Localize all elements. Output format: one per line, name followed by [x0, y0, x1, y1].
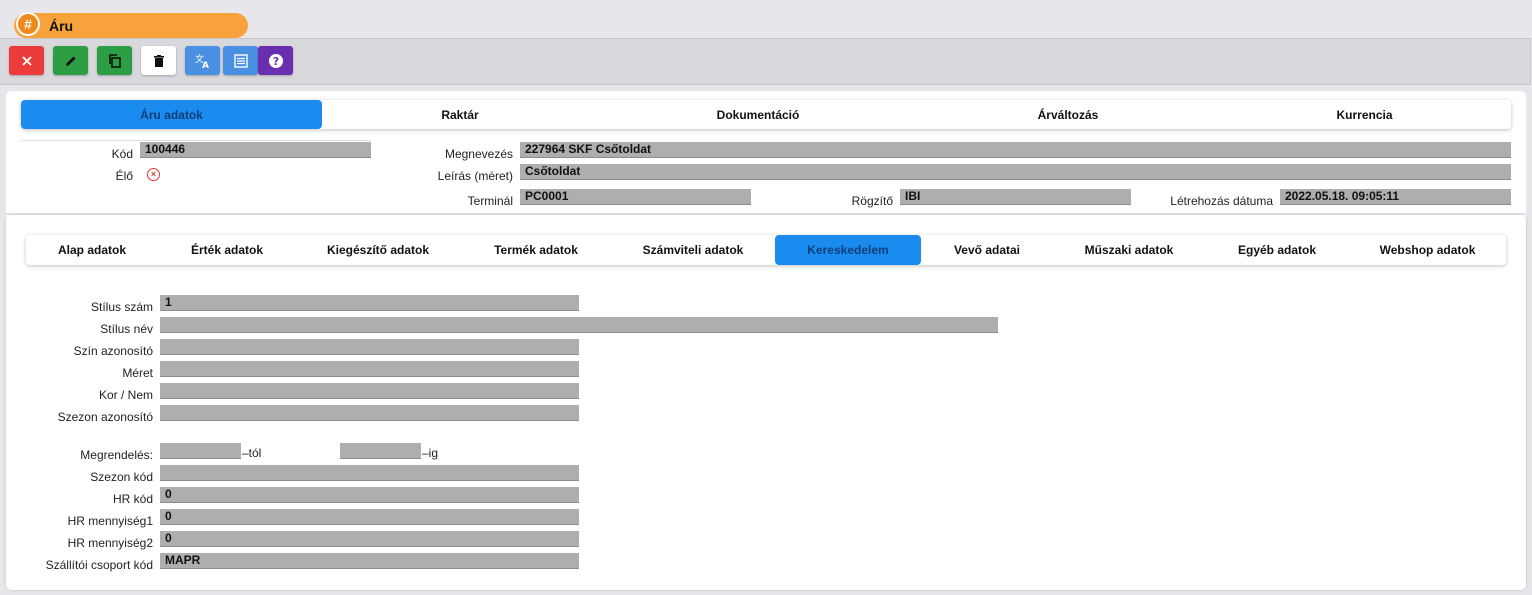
letrehozas-field[interactable]: 2022.05.18. 09:05:11 [1280, 189, 1511, 205]
translate-button[interactable]: 文A [185, 46, 220, 75]
megrendeles-tol-field[interactable] [160, 443, 241, 459]
tab-kurrencia[interactable]: Kurrencia [1218, 100, 1511, 129]
tab-termek-adatok[interactable]: Termék adatok [460, 235, 612, 265]
elo-label: Élő [115, 169, 133, 183]
kod-label: Kód [111, 147, 133, 161]
hr-mennyiseg2-label: HR mennyiség2 [67, 536, 153, 550]
header-separator [21, 140, 371, 141]
close-icon [21, 55, 32, 66]
tab-webshop-adatok[interactable]: Webshop adatok [1349, 235, 1506, 265]
close-button[interactable] [9, 46, 44, 75]
tab-arvaltozas[interactable]: Árváltozás [918, 100, 1218, 129]
stilus-nev-label: Stílus név [100, 322, 153, 336]
tab-raktar[interactable]: Raktár [322, 100, 598, 129]
tab-kereskedelem[interactable]: Kereskedelem [775, 235, 921, 265]
tab-vevo-adatai[interactable]: Vevő adatai [921, 235, 1053, 265]
tab-egyeb-adatok[interactable]: Egyéb adatok [1205, 235, 1349, 265]
meret-label: Méret [122, 366, 153, 380]
terminal-label: Terminál [467, 194, 513, 208]
tab-muszaki-adatok[interactable]: Műszaki adatok [1053, 235, 1205, 265]
megrendeles-ig-field[interactable] [340, 443, 421, 459]
translate-icon: 文A [195, 53, 209, 70]
help-icon: ? [268, 53, 283, 68]
hr-mennyiseg1-field[interactable]: 0 [160, 509, 579, 525]
list-icon [233, 53, 248, 68]
szezon-kod-label: Szezon kód [90, 470, 153, 484]
szallitoi-csoport-label: Szállítói csoport kód [45, 558, 153, 572]
szezon-kod-field[interactable] [160, 465, 579, 481]
tol-suffix: –tól [242, 446, 262, 460]
edit-button[interactable] [53, 46, 88, 75]
tab-dokumentacio[interactable]: Dokumentáció [598, 100, 918, 129]
tab-ertek-adatok[interactable]: Érték adatok [158, 235, 296, 265]
kor-nem-field[interactable] [160, 383, 579, 399]
megrendeles-label: Megrendelés: [80, 448, 153, 462]
svg-text:?: ? [272, 55, 278, 68]
copy-icon [108, 53, 121, 68]
meret-field[interactable] [160, 361, 579, 377]
leiras-field[interactable]: Csőtoldat [520, 164, 1511, 180]
kor-nem-label: Kor / Nem [98, 388, 153, 402]
copy-button[interactable] [97, 46, 132, 75]
tab-alap-adatok[interactable]: Alap adatok [26, 235, 158, 265]
svg-text:A: A [202, 61, 209, 70]
stilus-szam-label: Stílus szám [90, 300, 153, 314]
hash-icon: # [16, 12, 40, 36]
cancel-circle-icon[interactable]: × [147, 168, 160, 181]
szin-field[interactable] [160, 339, 579, 355]
list-button[interactable] [223, 46, 258, 75]
rogzito-label: Rögzítő [851, 194, 893, 208]
toolbar: 文A ? [0, 38, 1531, 85]
delete-button[interactable] [141, 46, 176, 75]
leiras-label: Leírás (méret) [437, 169, 513, 183]
main-tabs: Áru adatok Raktár Dokumentáció Árváltozá… [21, 100, 1511, 129]
szezon-azonosito-label: Szezon azonosító [57, 410, 153, 424]
megnevezes-field[interactable]: 227964 SKF Csőtoldat [520, 142, 1511, 158]
help-button[interactable]: ? [258, 46, 293, 75]
window-title: Áru [49, 18, 74, 34]
megnevezes-label: Megnevezés [444, 147, 513, 161]
letrehozas-label: Létrehozás dátuma [1170, 194, 1273, 208]
hr-mennyiseg2-field[interactable]: 0 [160, 531, 579, 547]
kod-field[interactable]: 100446 [140, 142, 371, 158]
tab-aru-adatok[interactable]: Áru adatok [21, 100, 322, 129]
sub-tabs: Alap adatok Érték adatok Kiegészítő adat… [26, 235, 1506, 265]
stilus-szam-field[interactable]: 1 [160, 295, 579, 311]
ig-suffix: –ig [422, 446, 439, 460]
tab-szamviteli-adatok[interactable]: Számviteli adatok [612, 235, 774, 265]
stilus-nev-field[interactable] [160, 317, 998, 333]
hr-mennyiseg1-label: HR mennyiség1 [67, 514, 153, 528]
hr-kod-label: HR kód [112, 492, 153, 506]
terminal-field[interactable]: PC0001 [520, 189, 751, 205]
rogzito-field[interactable]: IBI [900, 189, 1131, 205]
tab-kiegeszito-adatok[interactable]: Kiegészítő adatok [296, 235, 460, 265]
szin-label: Szín azonosító [73, 344, 153, 358]
trash-icon [153, 54, 164, 67]
pencil-icon [65, 56, 75, 66]
szallitoi-csoport-field[interactable]: MAPR [160, 553, 579, 569]
hr-kod-field[interactable]: 0 [160, 487, 579, 503]
szezon-azonosito-field[interactable] [160, 405, 579, 421]
